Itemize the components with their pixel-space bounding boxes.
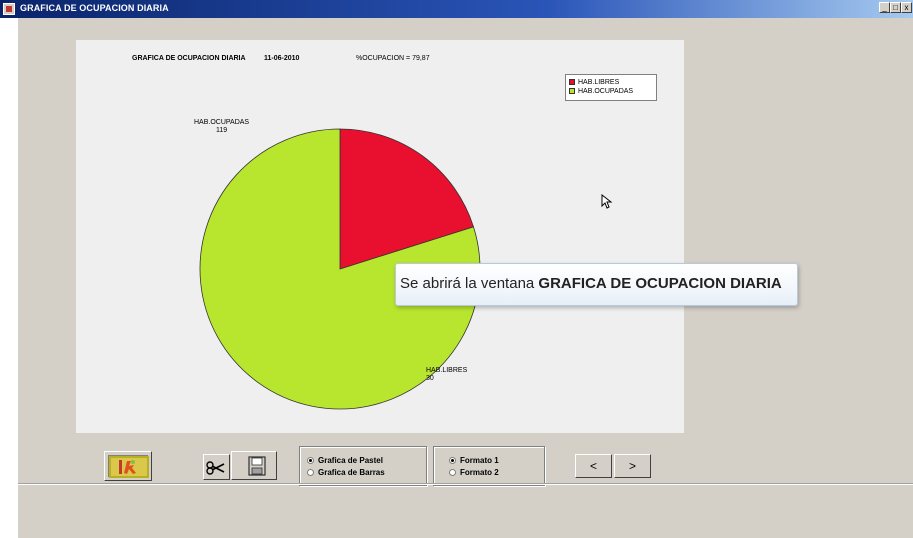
save-button[interactable] <box>231 451 277 480</box>
radio-dot-formato-2[interactable] <box>449 469 456 476</box>
radio-label-pastel: Grafica de Pastel <box>318 456 383 465</box>
next-button[interactable]: > <box>614 454 651 478</box>
tooltip-text: Se abrirá la ventana <box>400 275 539 292</box>
slice-label-libres-name: HAB.LIBRES <box>426 367 468 374</box>
previous-button[interactable]: < <box>575 454 612 478</box>
radio-label-formato-1: Formato 1 <box>460 456 499 465</box>
window-title: GRAFICA DE OCUPACION DIARIA <box>20 3 169 13</box>
format-group: Formato 1 Formato 2 <box>433 446 545 486</box>
legend-item-ocupadas: HAB.OCUPADAS <box>569 88 633 98</box>
legend-swatch-ocupadas <box>569 88 575 95</box>
chart-legend: HAB.LIBRES HAB.OCUPADAS <box>565 74 657 101</box>
radio-label-formato-2: Formato 2 <box>460 468 499 477</box>
tooltip: Se abrirá la ventana GRAFICA DE OCUPACIO… <box>395 263 798 306</box>
mouse-cursor-icon <box>601 194 613 209</box>
title-bar[interactable]: GRAFICA DE OCUPACION DIARIA _ □ x <box>0 0 913 18</box>
radio-formato-1[interactable]: Formato 1 <box>449 456 499 465</box>
legend-label-ocupadas: HAB.OCUPADAS <box>578 88 634 95</box>
slice-label-libres-value: 30 <box>426 375 434 382</box>
radio-grafica-barras[interactable]: Grafica de Barras <box>307 468 385 477</box>
maximize-button[interactable]: □ <box>890 2 901 13</box>
radio-dot-formato-1[interactable] <box>449 457 456 464</box>
exit-icon <box>108 455 149 478</box>
scissors-icon <box>206 461 225 475</box>
slice-label-ocupadas-value: 119 <box>216 127 228 134</box>
legend-swatch-libres <box>569 79 575 86</box>
legend-label-libres: HAB.LIBRES <box>578 79 620 86</box>
status-separator <box>18 483 913 485</box>
chart-date: 11-06-2010 <box>264 55 300 62</box>
exit-button[interactable] <box>104 451 152 481</box>
left-border <box>0 18 18 538</box>
chart-type-group: Grafica de Pastel Grafica de Barras <box>299 446 427 486</box>
cut-button[interactable] <box>203 454 230 480</box>
radio-dot-barras[interactable] <box>307 469 314 476</box>
radio-dot-pastel[interactable] <box>307 457 314 464</box>
radio-grafica-pastel[interactable]: Grafica de Pastel <box>307 456 383 465</box>
floppy-disk-icon <box>248 456 266 476</box>
tooltip-bold-text: GRAFICA DE OCUPACION DIARIA <box>538 275 782 292</box>
chart-title: GRAFICA DE OCUPACION DIARIA <box>132 55 246 62</box>
app-window: GRAFICA DE OCUPACION DIARIA _ □ x GRAFIC… <box>0 0 913 538</box>
radio-label-barras: Grafica de Barras <box>318 468 385 477</box>
app-icon <box>3 3 15 15</box>
occupancy-percent: %OCUPACION = 79,87 <box>356 55 430 62</box>
chart-panel: GRAFICA DE OCUPACION DIARIA 11-06-2010 %… <box>76 40 684 433</box>
radio-formato-2[interactable]: Formato 2 <box>449 468 499 477</box>
slice-label-ocupadas-name: HAB.OCUPADAS <box>194 119 250 126</box>
minimize-button[interactable]: _ <box>879 2 890 13</box>
close-button[interactable]: x <box>901 2 912 13</box>
